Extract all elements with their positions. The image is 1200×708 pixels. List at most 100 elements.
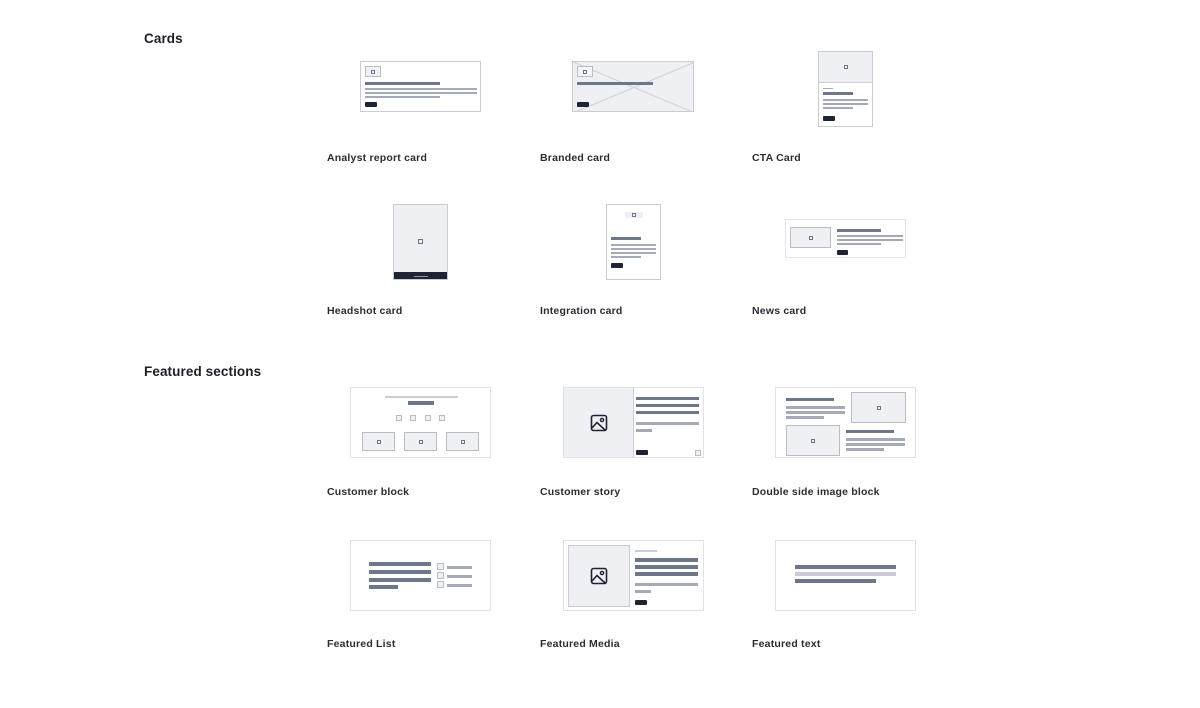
- item-label-integration-card[interactable]: Integration card: [540, 305, 623, 317]
- logo-placeholder-icon: [396, 415, 402, 421]
- section-title-featured-sections: Featured sections: [144, 364, 262, 379]
- text-line: [786, 411, 845, 414]
- item-label-featured-media[interactable]: Featured Media: [540, 638, 620, 650]
- featured-text-thumbnail[interactable]: [775, 540, 916, 611]
- text-line: [846, 438, 905, 441]
- news-card-thumbnail[interactable]: [785, 219, 906, 258]
- image-placeholder-icon: [786, 425, 840, 456]
- check-icon: [437, 572, 444, 579]
- text-line: [611, 256, 641, 258]
- heading-line: [635, 558, 698, 562]
- text-line: [786, 416, 824, 419]
- heading-line: [795, 579, 876, 583]
- item-label-headshot-card[interactable]: Headshot card: [327, 305, 403, 317]
- item-label-featured-text[interactable]: Featured text: [752, 638, 821, 650]
- heading-line: [577, 82, 653, 85]
- author-line: [636, 422, 699, 425]
- image-placeholder-icon: [790, 227, 831, 248]
- button-placeholder: [636, 450, 648, 455]
- text-line: [786, 406, 845, 409]
- logo-placeholder-icon: [439, 415, 445, 421]
- text-line: [365, 96, 440, 98]
- heading-line: [635, 572, 698, 576]
- text-line: [837, 243, 881, 245]
- quote-line: [636, 404, 699, 407]
- text-line: [611, 244, 656, 246]
- heading-line: [408, 401, 434, 405]
- text-line: [635, 590, 651, 593]
- eyebrow-line: [385, 396, 458, 398]
- text-line: [837, 235, 903, 237]
- text-line: [823, 103, 868, 105]
- image-placeholder-icon: [819, 52, 872, 83]
- eyebrow-line: [823, 88, 833, 89]
- featured-list-thumbnail[interactable]: [350, 540, 491, 611]
- double-side-image-block-thumbnail[interactable]: [775, 387, 916, 458]
- heading-line: [635, 565, 698, 569]
- heading-line: [611, 237, 641, 240]
- quote-line: [636, 411, 699, 414]
- quote-line: [636, 397, 699, 400]
- branded-card-thumbnail[interactable]: [572, 61, 694, 112]
- item-label-customer-block[interactable]: Customer block: [327, 486, 409, 498]
- customer-block-thumbnail[interactable]: [350, 387, 491, 458]
- heading-line: [795, 565, 896, 569]
- featured-media-thumbnail[interactable]: [563, 540, 704, 611]
- text-line: [611, 252, 656, 254]
- text-line: [635, 583, 698, 586]
- item-label-customer-story[interactable]: Customer story: [540, 486, 620, 498]
- image-icon: [590, 414, 607, 431]
- heading-line: [369, 578, 431, 582]
- name-line: [414, 276, 428, 277]
- heading-line: [369, 562, 431, 566]
- item-label-branded-card[interactable]: Branded card: [540, 152, 610, 164]
- image-placeholder-icon: [362, 432, 395, 451]
- list-line: [447, 584, 472, 587]
- logo-placeholder-icon: [410, 415, 416, 421]
- headshot-card-thumbnail[interactable]: [393, 204, 448, 280]
- text-line: [365, 88, 477, 90]
- eyebrow-line: [635, 550, 657, 552]
- image-placeholder-icon: [418, 239, 423, 244]
- button-placeholder: [577, 102, 589, 107]
- logo-placeholder-icon: [577, 66, 593, 77]
- button-placeholder: [635, 600, 647, 605]
- text-line: [611, 248, 656, 250]
- customer-story-thumbnail[interactable]: [563, 387, 704, 458]
- text-line: [837, 239, 903, 241]
- logo-placeholder-icon: [695, 450, 701, 456]
- heading-line: [823, 92, 853, 95]
- item-label-double-side-image-block[interactable]: Double side image block: [752, 486, 880, 498]
- heading-line: [369, 585, 398, 589]
- list-line: [447, 566, 472, 569]
- text-line: [823, 107, 853, 109]
- item-label-analyst-report-card[interactable]: Analyst report card: [327, 152, 427, 164]
- list-line: [447, 575, 472, 578]
- cta-card-thumbnail[interactable]: [818, 51, 873, 127]
- image-area: [568, 545, 630, 607]
- text-line: [846, 443, 905, 446]
- image-placeholder-icon: [446, 432, 479, 451]
- title-line: [636, 429, 652, 432]
- text-line: [365, 92, 477, 94]
- button-placeholder: [611, 263, 623, 268]
- heading-line: [846, 430, 894, 433]
- button-placeholder: [837, 250, 848, 255]
- integration-card-thumbnail[interactable]: [606, 204, 661, 280]
- image-area: [564, 388, 634, 457]
- image-placeholder-icon: [851, 392, 906, 423]
- button-placeholder: [365, 102, 377, 107]
- image-placeholder-icon: [365, 66, 381, 77]
- item-label-featured-list[interactable]: Featured List: [327, 638, 396, 650]
- item-label-news-card[interactable]: News card: [752, 305, 806, 317]
- analyst-report-card-thumbnail[interactable]: [360, 61, 481, 112]
- image-icon: [590, 567, 608, 585]
- section-title-cards: Cards: [144, 31, 183, 46]
- logo-icon: [632, 213, 636, 217]
- button-placeholder: [823, 116, 835, 121]
- item-label-cta-card[interactable]: CTA Card: [752, 152, 801, 164]
- heading-line: [369, 570, 431, 574]
- text-line: [846, 448, 884, 451]
- check-icon: [437, 581, 444, 588]
- logo-placeholder-icon: [425, 415, 431, 421]
